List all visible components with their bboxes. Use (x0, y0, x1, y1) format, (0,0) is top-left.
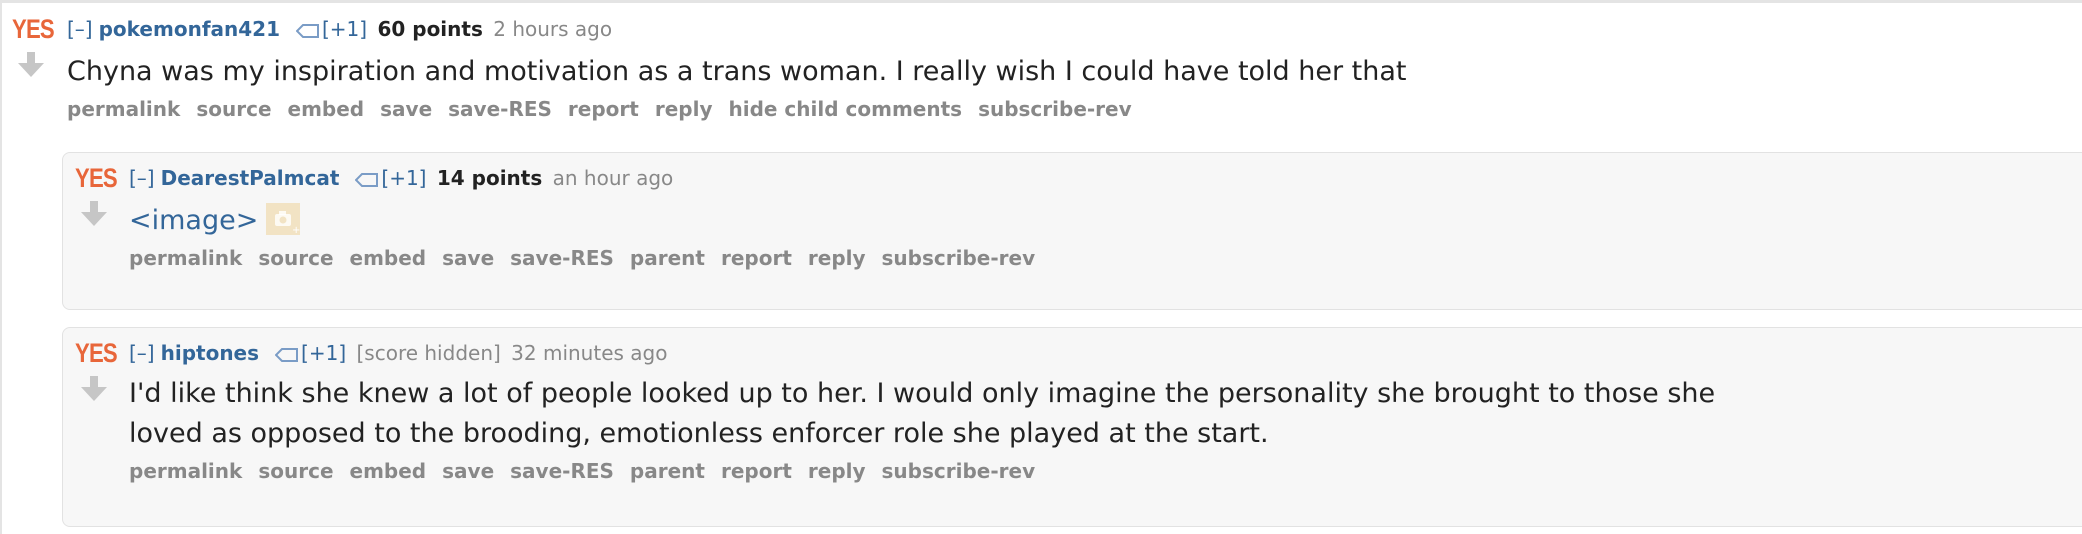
tagline: [–] hiptones [+1] [score hidden] 32 minute… (129, 338, 2082, 370)
collapse-toggle[interactable]: [–] (129, 166, 155, 190)
subscribe-rev-button[interactable]: subscribe-rev (882, 246, 1036, 270)
action-buttons: permalink source embed save save-RES report re… (67, 94, 2082, 124)
author-link[interactable]: pokemonfan421 (99, 17, 280, 41)
downvote-arrow-icon[interactable] (79, 376, 109, 402)
save-res-button[interactable]: save-RES (510, 246, 614, 270)
vote-column: YES (12, 14, 56, 78)
yes-upvote-icon[interactable]: YES (12, 14, 55, 44)
vote-weight[interactable]: [+1] (322, 17, 367, 41)
reply-button[interactable]: reply (655, 97, 713, 121)
tagline: [–] pokemonfan421 [+1] 60 points 2 hours a… (67, 14, 2082, 46)
comment-body-line-2: loved as opposed to the brooding, emotio… (129, 417, 1269, 449)
save-button[interactable]: save (442, 459, 494, 483)
score: 60 points (377, 17, 483, 41)
comment-dearestpalmcat: YES [–] DearestPalmcat [+1] 14 points an h… (62, 152, 2082, 310)
comment-entry: [–] pokemonfan421 [+1] 60 points 2 hours a… (67, 14, 2082, 124)
timestamp: 2 hours ago (493, 17, 613, 41)
timestamp: an hour ago (552, 166, 674, 190)
parent-button[interactable]: parent (630, 246, 705, 270)
embed-button[interactable]: embed (350, 459, 427, 483)
action-buttons: permalink source embed save save-RES parent re… (129, 456, 2082, 486)
svg-text:+: + (292, 225, 300, 235)
comment-body: I'd like think she knew a lot of people … (129, 374, 2082, 454)
image-thumbnail-icon[interactable]: + (266, 203, 301, 236)
comment-pokemonfan421: YES [–] pokemonfan421 [+1] 60 points 2 hou… (12, 14, 2082, 154)
reply-button[interactable]: reply (808, 459, 866, 483)
source-button[interactable]: source (196, 97, 271, 121)
downvote-arrow-icon[interactable] (16, 52, 46, 78)
parent-button[interactable]: parent (630, 459, 705, 483)
report-button[interactable]: report (568, 97, 639, 121)
image-link[interactable]: <image> (129, 205, 258, 236)
comment-hiptones: YES [–] hiptones [+1] [score hidden] 32 mi… (62, 327, 2082, 527)
permalink-button[interactable]: permalink (129, 246, 242, 270)
save-res-button[interactable]: save-RES (448, 97, 552, 121)
yes-upvote-icon[interactable]: YES (75, 163, 118, 193)
collapse-toggle[interactable]: [–] (129, 341, 155, 365)
comment-body: Chyna was my inspiration and motivation … (67, 55, 1407, 87)
left-border (0, 0, 2, 534)
subscribe-rev-button[interactable]: subscribe-rev (978, 97, 1132, 121)
vote-weight[interactable]: [+1] (381, 166, 426, 190)
report-button[interactable]: report (721, 246, 792, 270)
tag-icon[interactable] (354, 165, 379, 195)
tagline: [–] DearestPalmcat [+1] 14 points an hour … (129, 163, 2082, 195)
comment-body: <image> + (129, 201, 2082, 241)
comment-body-line-1: I'd like think she knew a lot of people … (129, 377, 1716, 409)
permalink-button[interactable]: permalink (129, 459, 242, 483)
source-button[interactable]: source (258, 246, 333, 270)
permalink-button[interactable]: permalink (67, 97, 180, 121)
downvote-arrow-icon[interactable] (79, 201, 109, 227)
embed-button[interactable]: embed (288, 97, 365, 121)
hide-child-comments-button[interactable]: hide child comments (728, 97, 962, 121)
tag-icon[interactable] (295, 16, 320, 46)
score: 14 points (436, 166, 543, 190)
vote-column: YES (75, 338, 119, 402)
top-divider (0, 0, 2082, 3)
author-link[interactable]: hiptones (161, 341, 259, 365)
report-button[interactable]: report (721, 459, 792, 483)
reply-button[interactable]: reply (808, 246, 866, 270)
save-res-button[interactable]: save-RES (510, 459, 614, 483)
save-button[interactable]: save (442, 246, 494, 270)
action-buttons: permalink source embed save save-RES parent re… (129, 243, 2082, 273)
save-button[interactable]: save (380, 97, 432, 121)
score-hidden: [score hidden] (356, 341, 501, 365)
vote-column: YES (75, 163, 119, 227)
vote-weight[interactable]: [+1] (301, 341, 346, 365)
timestamp: 32 minutes ago (511, 341, 668, 365)
author-link[interactable]: DearestPalmcat (161, 166, 340, 190)
subscribe-rev-button[interactable]: subscribe-rev (882, 459, 1036, 483)
comment-entry: [–] DearestPalmcat [+1] 14 points an hour … (129, 163, 2082, 273)
yes-upvote-icon[interactable]: YES (75, 338, 118, 368)
collapse-toggle[interactable]: [–] (67, 17, 93, 41)
comment-entry: [–] hiptones [+1] [score hidden] 32 minute… (129, 338, 2082, 486)
embed-button[interactable]: embed (350, 246, 427, 270)
source-button[interactable]: source (258, 459, 333, 483)
tag-icon[interactable] (274, 340, 299, 370)
